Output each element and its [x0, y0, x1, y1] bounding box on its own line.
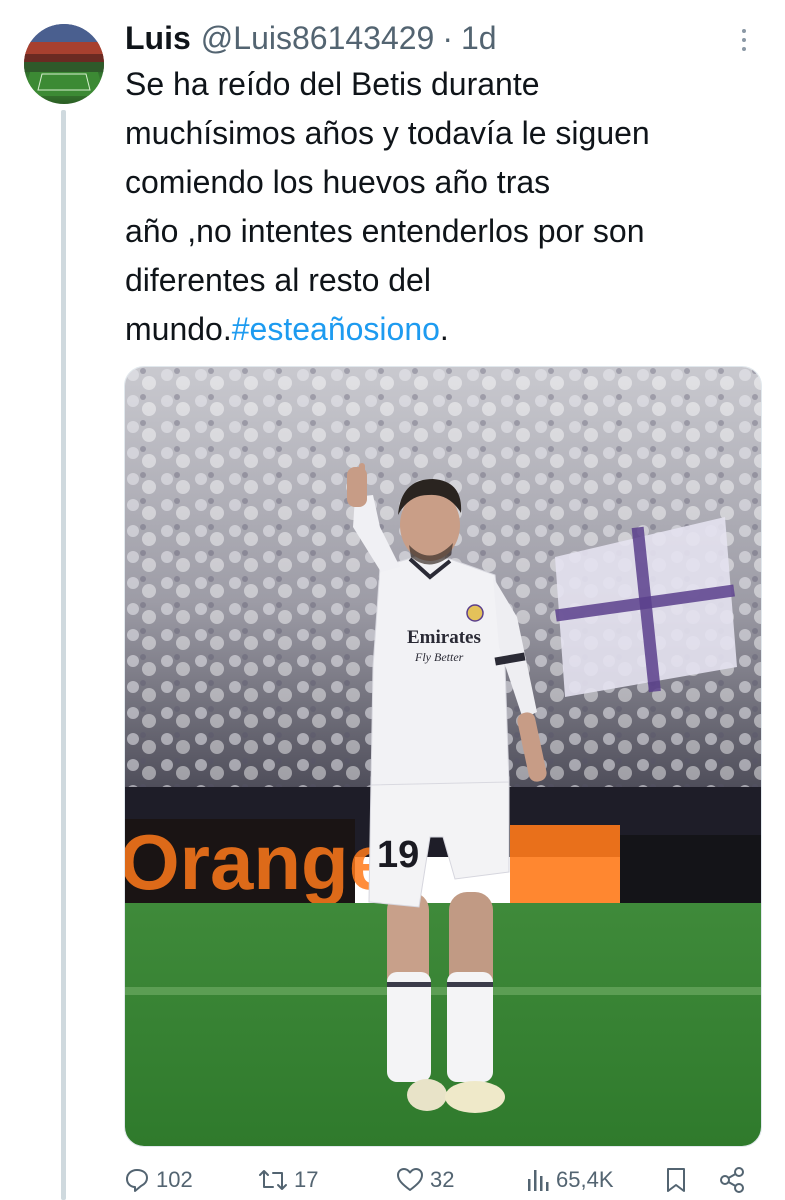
tweet-text-line: Se ha reído del Betis durante	[125, 66, 540, 102]
timestamp[interactable]: 1d	[461, 16, 497, 60]
football-player-photo: Orange 19 Emirates Fly Better	[125, 367, 761, 1146]
tweet-text-fragment: mundo.	[125, 311, 232, 347]
thread-line	[61, 110, 66, 1200]
stadium-avatar-image	[24, 24, 104, 96]
retweet-icon	[259, 1170, 287, 1190]
tweet-text-line: diferentes al resto del	[125, 262, 431, 298]
reply-icon	[126, 1169, 148, 1192]
tweet-media-photo[interactable]: Orange 19 Emirates Fly Better	[124, 366, 762, 1147]
like-count: 32	[430, 1167, 455, 1192]
bookmark-icon	[667, 1168, 685, 1192]
tweet-text: Se ha reído del Betis durante muchísimos…	[125, 60, 765, 354]
tweet[interactable]: Luis @Luis86143429 · 1d Se ha reído del …	[0, 0, 785, 1200]
views-count: 65,4K	[556, 1167, 614, 1192]
ad-board-text: Orange	[125, 818, 392, 906]
views-chart-icon	[528, 1170, 549, 1191]
author-name[interactable]: Luis	[125, 16, 191, 60]
retweet-count: 17	[294, 1167, 319, 1192]
retweet-button[interactable]: 17	[258, 1160, 318, 1200]
heart-icon	[397, 1168, 423, 1191]
tweet-text-line: comiendo los huevos año tras	[125, 164, 551, 200]
avatar[interactable]	[24, 24, 104, 104]
tweet-text-line: año ,no intentes entenderlos por son	[125, 213, 645, 249]
share-icon	[720, 1167, 744, 1193]
separator: ·	[442, 20, 453, 56]
share-button[interactable]	[718, 1160, 746, 1200]
sponsor-subtext: Fly Better	[414, 650, 464, 664]
views-button[interactable]: 65,4K	[526, 1160, 614, 1200]
like-button[interactable]: 32	[396, 1160, 454, 1200]
reply-count: 102	[156, 1167, 193, 1192]
tweet-text-line: muchísimos años y todavía le siguen	[125, 115, 650, 151]
reply-button[interactable]: 102	[124, 1160, 193, 1200]
tweet-header: Luis @Luis86143429 · 1d	[125, 16, 497, 60]
player-number: 19	[377, 834, 419, 876]
tweet-actions: 102 17 32 65,4K	[124, 1160, 764, 1200]
more-options-icon[interactable]	[734, 22, 754, 58]
hashtag-link[interactable]: #esteañosiono	[232, 311, 440, 347]
sponsor-text: Emirates	[407, 627, 481, 648]
tweet-text-last-line: mundo.#esteañosiono.	[125, 305, 765, 354]
bookmark-button[interactable]	[664, 1160, 688, 1200]
tweet-text-fragment: .	[439, 311, 449, 347]
author-handle[interactable]: @Luis86143429	[201, 16, 435, 60]
